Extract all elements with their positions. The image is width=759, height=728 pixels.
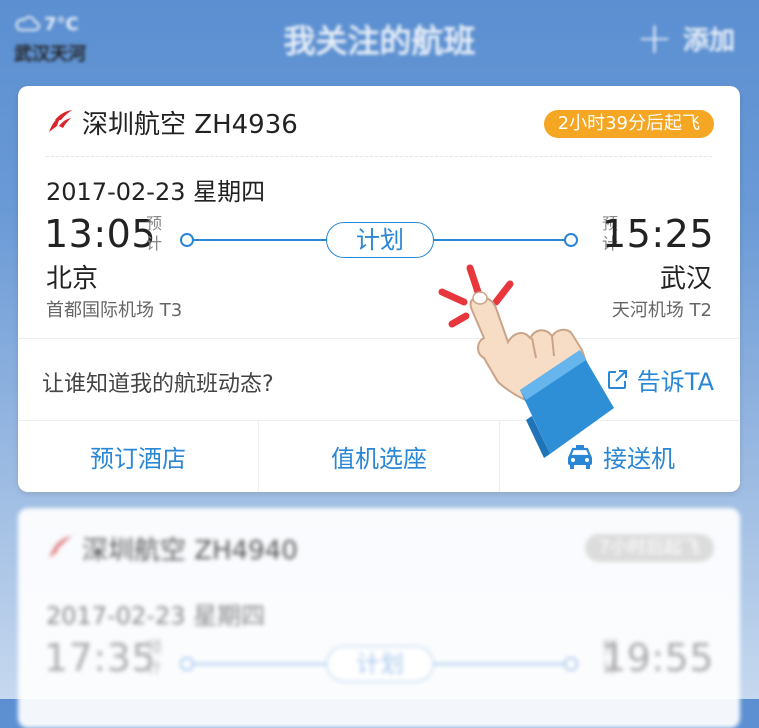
book-hotel-button[interactable]: 预订酒店 [18,421,259,492]
departure-airport: 首都国际机场 T3 [46,300,183,321]
flight-status-badge: 计划 [326,646,434,682]
route-end-dot [564,657,578,671]
checkin-seat-label: 值机选座 [331,445,427,473]
flight-date: 2017-02-23 星期四 [46,178,266,206]
share-prompt: 让谁知道我的航班动态? [42,372,274,397]
route-end-dot [564,233,578,247]
departure-estimated-label: 预计 [146,214,163,253]
shenzhen-airlines-logo-icon [49,536,72,558]
arrival-city: 武汉 [659,264,712,294]
departure-countdown-badge: 2小时39分后起飞 [543,110,714,138]
header-bar: 7°C 武汉天河 我关注的航班 + 添加 [0,0,759,80]
shenzhen-airlines-logo-icon [49,110,72,132]
arrival-time: 15:25 [601,212,714,256]
departure-time: 13:05 [44,212,157,256]
flight-card[interactable]: 深圳航空 ZH4936 2小时39分后起飞 2017-02-23 星期四 13:… [18,86,740,492]
flight-status-badge: 计划 [326,222,434,258]
add-flight-button[interactable]: + 添加 [636,12,735,64]
add-label: 添加 [682,26,735,56]
book-hotel-label: 预订酒店 [90,445,186,473]
airline-flight-number: 深圳航空 ZH4936 [82,110,298,140]
departure-city: 北京 [46,264,99,294]
tell-ta-label: 告诉TA [636,368,714,396]
airline-flight-number: 深圳航空 ZH4940 [82,536,298,566]
divider [18,338,740,339]
arrival-airport: 天河机场 T2 [611,300,712,321]
plus-icon: + [636,12,673,64]
pointing-hand-icon [438,264,614,458]
flight-card[interactable]: 深圳航空 ZH4940 7小时后起飞 2017-02-23 星期四 17:35 … [18,508,740,728]
departure-time: 17:35 [44,636,157,680]
departure-countdown-badge: 7小时后起飞 [584,534,714,562]
action-bar: 预订酒店 值机选座 接送机 [18,421,740,492]
departure-estimated-label: 预计 [146,638,163,677]
flight-date: 2017-02-23 星期四 [46,602,266,630]
arrival-time: 19:55 [601,636,714,680]
divider [46,156,712,157]
